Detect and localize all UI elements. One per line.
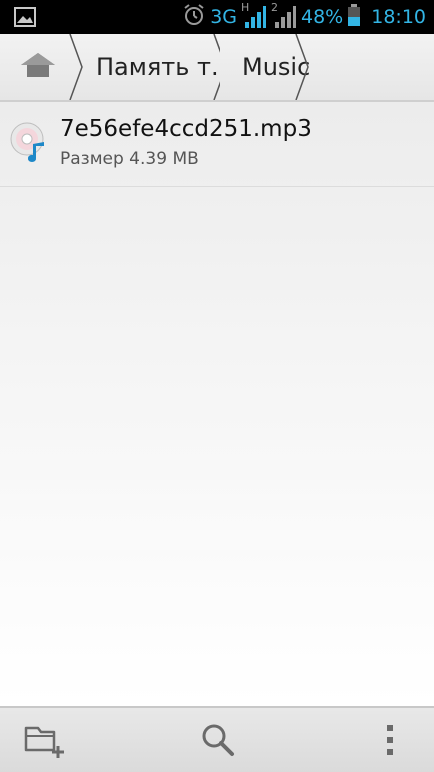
breadcrumb: Память т... Music	[0, 34, 434, 102]
breadcrumb-separator	[295, 34, 309, 100]
overflow-menu-button[interactable]	[366, 718, 414, 766]
file-name: 7e56efe4ccd251.mp3	[60, 116, 312, 142]
clock: 18:10	[371, 6, 426, 28]
battery-icon	[347, 3, 361, 31]
file-size: Размер 4.39 MB	[60, 149, 199, 169]
image-notification-icon	[14, 7, 36, 31]
network-type-label: 3G	[210, 6, 237, 28]
sim2-signal-icon: 2	[271, 1, 297, 30]
signal-icon: H	[241, 1, 267, 30]
audio-file-icon	[10, 122, 50, 164]
search-button[interactable]	[194, 718, 242, 766]
breadcrumb-item-music[interactable]: Music	[220, 34, 310, 100]
bottom-toolbar	[0, 706, 434, 772]
breadcrumb-separator	[213, 34, 220, 100]
search-icon	[200, 722, 236, 762]
status-bar: 3G H 2 48% 18:10	[0, 0, 434, 34]
overflow-menu-icon	[385, 723, 395, 761]
list-item[interactable]: 7e56efe4ccd251.mp3 Размер 4.39 MB	[0, 102, 434, 187]
new-folder-button[interactable]	[20, 718, 68, 766]
breadcrumb-home[interactable]	[0, 34, 83, 100]
battery-percent: 48%	[301, 6, 344, 28]
alarm-icon	[182, 3, 206, 31]
breadcrumb-item-label: Память т...	[96, 53, 220, 81]
file-list: 7e56efe4ccd251.mp3 Размер 4.39 MB	[0, 102, 434, 706]
breadcrumb-item-storage[interactable]: Память т...	[76, 34, 220, 100]
home-icon	[19, 51, 57, 83]
new-folder-icon	[22, 720, 66, 764]
